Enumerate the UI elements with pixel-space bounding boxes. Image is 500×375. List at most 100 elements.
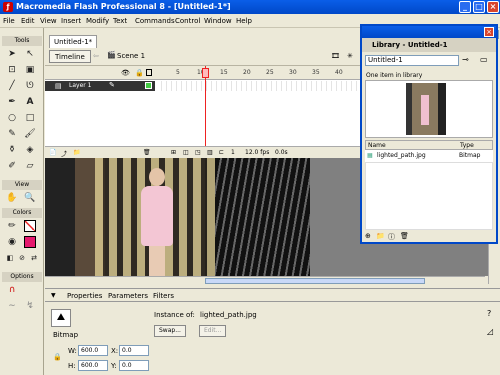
swap-colors-icon[interactable]: ⇄ bbox=[28, 252, 40, 264]
selection-tool-icon[interactable]: ➤ bbox=[6, 48, 18, 60]
menu-commands[interactable]: Commands bbox=[135, 17, 175, 25]
document-tab[interactable]: Untitled-1* bbox=[49, 35, 98, 48]
menu-edit[interactable]: Edit bbox=[21, 17, 35, 25]
help-icon[interactable]: ? bbox=[487, 309, 491, 318]
edit-button[interactable]: Edit... bbox=[199, 325, 227, 337]
stroke-color-icon[interactable]: ✏ bbox=[6, 220, 18, 232]
insert-folder-icon[interactable]: 📁 bbox=[73, 149, 80, 156]
onion-skin-icon[interactable]: ◫ bbox=[183, 149, 189, 156]
pencil-tool-icon[interactable]: ✎ bbox=[6, 128, 18, 140]
eyedropper-tool-icon[interactable]: ✐ bbox=[6, 160, 18, 172]
zoom-tool-icon[interactable]: 🔍 bbox=[24, 192, 36, 204]
height-field[interactable]: 600.0 bbox=[78, 360, 108, 371]
gradient-transform-tool-icon[interactable]: ▣ bbox=[24, 64, 36, 76]
edit-scene-icon[interactable]: 🎞 bbox=[331, 52, 340, 60]
snap-to-objects-icon[interactable]: ∩ bbox=[6, 284, 18, 296]
close-button[interactable]: × bbox=[487, 1, 499, 13]
stroke-color-swatch[interactable] bbox=[24, 220, 36, 232]
name-column-header[interactable]: Name bbox=[368, 142, 386, 149]
modify-markers-icon[interactable]: ⊏ bbox=[219, 149, 224, 156]
properties-icon[interactable]: ⓘ bbox=[388, 232, 395, 242]
insert-layer-icon[interactable]: 📄 bbox=[49, 149, 56, 156]
lock-icon[interactable]: 🔒 bbox=[135, 69, 144, 77]
smooth-icon[interactable]: ∼ bbox=[6, 300, 18, 312]
tab-filters[interactable]: Filters bbox=[153, 292, 174, 300]
scroll-thumb[interactable] bbox=[205, 278, 425, 284]
paint-bucket-tool-icon[interactable]: ◈ bbox=[24, 144, 36, 156]
edit-multiple-frames-icon[interactable]: ▥ bbox=[207, 149, 213, 156]
oval-tool-icon[interactable]: ○ bbox=[6, 112, 18, 124]
new-folder-icon[interactable]: 📁 bbox=[376, 232, 385, 240]
frame-rate: 12.0 fps bbox=[245, 149, 270, 156]
lasso-tool-icon[interactable]: ᘎ bbox=[24, 80, 36, 92]
tab-parameters[interactable]: Parameters bbox=[108, 292, 148, 300]
stage[interactable] bbox=[45, 158, 360, 276]
library-item[interactable]: ▦ lighted_path.jpg Bitmap bbox=[365, 150, 493, 162]
menu-view[interactable]: View bbox=[40, 17, 57, 25]
lock-proportions-icon[interactable]: 🔒 bbox=[53, 353, 62, 361]
frame-grid[interactable] bbox=[157, 81, 360, 91]
layer-row[interactable]: Layer 1 ▤ ✎ bbox=[45, 81, 360, 91]
free-transform-tool-icon[interactable]: ⊡ bbox=[6, 64, 18, 76]
x-field[interactable]: 0.0 bbox=[119, 345, 149, 356]
library-title[interactable]: Library - Untitled-1 bbox=[362, 38, 496, 52]
back-arrow-icon[interactable]: ⇦ bbox=[93, 52, 99, 60]
minimize-button[interactable]: _ bbox=[459, 1, 471, 13]
add-guide-layer-icon[interactable]: ⤴ bbox=[61, 149, 67, 158]
black-white-icon[interactable]: ◧ bbox=[4, 252, 16, 264]
playhead-handle[interactable] bbox=[202, 68, 209, 78]
rectangle-tool-icon[interactable]: □ bbox=[24, 112, 36, 124]
no-color-icon[interactable]: ⊘ bbox=[16, 252, 28, 264]
delete-item-icon[interactable]: 🗑 bbox=[400, 232, 409, 240]
outline-icon[interactable] bbox=[146, 69, 152, 76]
bitmap-icon: ▦ bbox=[367, 152, 373, 159]
y-field[interactable]: 0.0 bbox=[119, 360, 149, 371]
menu-modify[interactable]: Modify bbox=[86, 17, 109, 25]
tab-properties[interactable]: Properties bbox=[67, 292, 102, 300]
view-header: View bbox=[2, 180, 42, 190]
layer-color-icon[interactable] bbox=[145, 82, 152, 89]
brush-tool-icon[interactable]: 🖌 bbox=[24, 128, 36, 140]
timeline-toggle-button[interactable]: Timeline bbox=[49, 50, 91, 63]
swap-button[interactable]: Swap... bbox=[154, 325, 186, 337]
type-column-header[interactable]: Type bbox=[460, 142, 474, 149]
center-frame-icon[interactable]: ⊞ bbox=[171, 149, 176, 156]
fill-color-swatch[interactable] bbox=[24, 236, 36, 248]
expand-panel-icon[interactable]: ◿ bbox=[487, 327, 493, 336]
pin-icon[interactable]: ⊸ bbox=[462, 55, 469, 64]
menu-control[interactable]: Control bbox=[175, 17, 200, 25]
new-symbol-icon[interactable]: ⊕ bbox=[365, 232, 371, 240]
frame-number: 20 bbox=[243, 69, 251, 76]
menu-window[interactable]: Window bbox=[204, 17, 232, 25]
scene-label: Scene 1 bbox=[117, 52, 146, 60]
playhead[interactable] bbox=[205, 66, 206, 158]
maximize-button[interactable]: □ bbox=[473, 1, 485, 13]
pen-tool-icon[interactable]: ✒ bbox=[6, 96, 18, 108]
menu-help[interactable]: Help bbox=[236, 17, 252, 25]
menu-insert[interactable]: Insert bbox=[61, 17, 81, 25]
library-document-select[interactable]: Untitled-1 bbox=[365, 55, 459, 66]
horizontal-scrollbar[interactable] bbox=[45, 276, 485, 284]
ink-bottle-tool-icon[interactable]: ⚱ bbox=[6, 144, 18, 156]
bitmap-lighted-path[interactable] bbox=[45, 158, 310, 276]
fill-color-icon[interactable]: ◉ bbox=[6, 236, 18, 248]
show-hide-icon[interactable]: 👁 bbox=[121, 69, 130, 77]
line-tool-icon[interactable]: ╱ bbox=[6, 80, 18, 92]
collapse-arrow-icon[interactable]: ▼ bbox=[51, 292, 56, 299]
edit-symbols-icon[interactable]: ✳ bbox=[347, 52, 353, 60]
subselection-tool-icon[interactable]: ↖ bbox=[24, 48, 36, 60]
library-panel: × Library - Untitled-1 Untitled-1 ⊸ ▭ On… bbox=[360, 24, 498, 244]
library-titlebar: × bbox=[362, 26, 496, 38]
library-close-icon[interactable]: × bbox=[484, 27, 494, 37]
menu-text[interactable]: Text bbox=[113, 17, 127, 25]
straighten-icon[interactable]: ↯ bbox=[24, 300, 36, 312]
onion-outline-icon[interactable]: ◳ bbox=[195, 149, 201, 156]
eraser-tool-icon[interactable]: ▱ bbox=[24, 160, 36, 172]
text-tool-icon[interactable]: A bbox=[24, 96, 36, 108]
width-field[interactable]: 600.0 bbox=[78, 345, 108, 356]
hand-tool-icon[interactable]: ✋ bbox=[6, 192, 18, 204]
library-columns: Name Type bbox=[365, 140, 493, 150]
new-library-icon[interactable]: ▭ bbox=[480, 55, 488, 64]
menu-file[interactable]: File bbox=[3, 17, 15, 25]
delete-layer-icon[interactable]: 🗑 bbox=[143, 149, 151, 156]
